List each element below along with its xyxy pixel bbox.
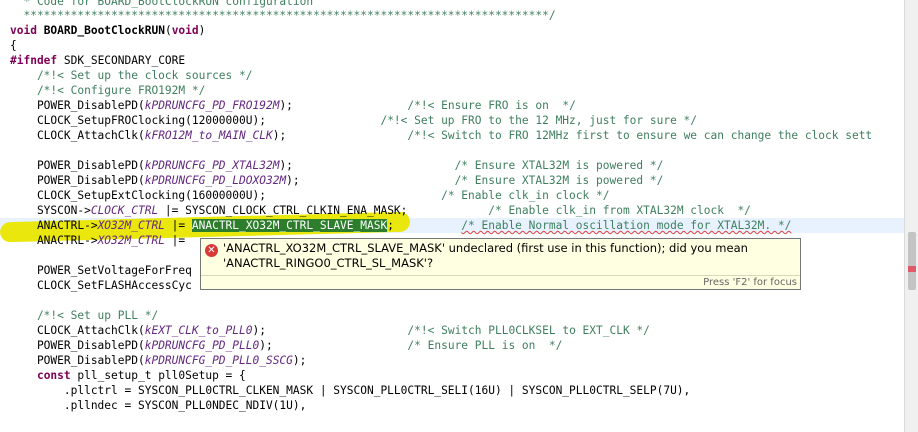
code-token: /* Enable clk_in from XTAL32M clock */ <box>488 204 751 217</box>
code-token: void <box>10 24 44 37</box>
code-token: |= SYSCON_CLOCK_CTRL_CLKIN_ENA_MASK; <box>158 204 489 217</box>
code-token: { <box>10 39 17 52</box>
code-token: POWER_DisablePD( <box>10 174 145 187</box>
code-token: |= <box>164 219 192 232</box>
code-token: CLOCK_CTRL <box>90 204 159 217</box>
code-line[interactable]: { <box>10 38 17 53</box>
code-token: /*!< Ensure FRO is on */ <box>407 99 576 112</box>
code-line[interactable]: CLOCK_AttachClk(kEXT_CLK_to_PLL0); /*!< … <box>10 323 650 338</box>
code-token: kFRO12M_to_MAIN_CLK <box>144 129 273 142</box>
code-token: pll_setup_t pll0Setup = { <box>70 369 246 382</box>
code-token: /*!< Set up PLL */ <box>10 309 159 322</box>
code-line[interactable]: POWER_DisablePD(kPDRUNCFG_PD_LDOXO32M); … <box>10 173 663 188</box>
code-line[interactable]: ANACTRL->XO32M_CTRL |= ANACTRL_XO32M_CTR… <box>10 218 791 233</box>
error-message: 'ANACTRL_XO32M_CTRL_SLAVE_MASK' undeclar… <box>223 241 748 270</box>
code-token: kPDRUNCFG_PD_XTAL32M <box>144 159 280 172</box>
code-token: POWER_SetVoltageForFreq <box>10 264 192 277</box>
tooltip-divider <box>201 275 800 276</box>
code-token: CLOCK_SetupFROClocking(12000000U); <box>10 114 381 127</box>
code-token: |= <box>164 234 192 247</box>
code-token: CLOCK_SetupExtClocking(16000000U); <box>10 189 442 202</box>
code-token: ( <box>164 24 172 37</box>
code-token: ANACTRL_XO32M_CTRL_SLAVE_MASK <box>191 219 388 232</box>
code-token: ); <box>292 354 307 367</box>
code-token: ); <box>286 174 455 187</box>
code-token: CLOCK_AttachClk( <box>10 324 145 337</box>
code-line[interactable]: /*!< Set up the clock sources */ <box>10 68 253 83</box>
code-token: BOARD_BootClockRUN <box>43 24 165 37</box>
code-line[interactable]: #ifndef SDK_SECONDARY_CORE <box>10 53 185 68</box>
code-token: POWER_DisablePD( <box>10 354 145 367</box>
code-line[interactable]: CLOCK_AttachClk(kFRO12M_to_MAIN_CLK); /*… <box>10 128 872 143</box>
code-line[interactable]: /*!< Set up PLL */ <box>10 308 158 323</box>
code-line[interactable]: SYSCON->CLOCK_CTRL |= SYSCON_CLOCK_CTRL_… <box>10 203 751 218</box>
code-token: ); <box>259 339 408 352</box>
code-token: ); <box>279 159 455 172</box>
code-token: CLOCK_AttachClk( <box>10 129 145 142</box>
code-token: XO32M_CTRL <box>97 234 165 247</box>
code-token: /*!< Switch to FRO 12MHz first to ensure… <box>407 129 873 142</box>
code-token: ); <box>252 324 408 337</box>
code-token: SYSCON-> <box>10 204 91 217</box>
code-line[interactable]: ANACTRL->XO32M_CTRL |= <box>10 233 192 248</box>
code-line[interactable]: void BOARD_BootClockRUN(void) <box>10 23 205 38</box>
code-line[interactable]: CLOCK_SetupFROClocking(12000000U); /*!< … <box>10 113 697 128</box>
code-token: /* Enable clk_in clock */ <box>441 189 610 202</box>
code-token: ); <box>272 129 408 142</box>
code-token: kPDRUNCFG_PD_PLL0_SSCG <box>144 354 293 367</box>
code-line[interactable]: .pllctrl = SYSCON_PLL0CTRL_CLKEN_MASK | … <box>10 383 690 398</box>
code-line[interactable]: POWER_DisablePD(kPDRUNCFG_PD_PLL0_SSCG); <box>10 353 306 368</box>
focus-hint: Press 'F2' for focus <box>703 277 797 288</box>
code-line[interactable]: ****************************************… <box>10 8 556 23</box>
code-token: POWER_DisablePD( <box>10 99 145 112</box>
code-token: kPDRUNCFG_PD_FRO192M <box>144 99 280 112</box>
code-token: void <box>171 24 199 37</box>
scrollbar-thumb[interactable] <box>908 232 916 290</box>
error-hover-tooltip[interactable]: ✕ 'ANACTRL_XO32M_CTRL_SLAVE_MASK' undecl… <box>200 238 801 290</box>
code-token: POWER_DisablePD( <box>10 159 145 172</box>
code-token: .pllctrl = SYSCON_PLL0CTRL_CLKEN_MASK | … <box>10 384 691 397</box>
code-token: CLOCK_SetFLASHAccessCyc <box>10 279 192 292</box>
code-line[interactable]: POWER_DisablePD(kPDRUNCFG_PD_PLL0); /* E… <box>10 338 562 353</box>
vertical-scrollbar[interactable] <box>904 0 918 432</box>
error-overview-marker[interactable] <box>908 266 916 272</box>
code-token: /* Enable Normal oscillation mode for XT… <box>461 219 792 232</box>
code-token: .pllndec = SYSCON_PLL0NDEC_NDIV(1U), <box>10 399 307 412</box>
code-line[interactable]: POWER_DisablePD(kPDRUNCFG_PD_XTAL32M); /… <box>10 158 663 173</box>
code-token: ) <box>198 24 206 37</box>
code-token: /* Ensure PLL is on */ <box>407 339 563 352</box>
code-token: #ifndef <box>10 54 58 67</box>
code-token: ****************************************… <box>10 9 556 22</box>
code-token: kEXT_CLK_to_PLL0 <box>144 324 253 337</box>
code-token: /*!< Switch PLL0CLKSEL to EXT_CLK */ <box>407 324 650 337</box>
code-token: * Code for BOARD_BootClockRUN configurat… <box>10 0 314 8</box>
code-line[interactable]: CLOCK_SetFLASHAccessCyc <box>10 278 192 293</box>
code-token: /* Ensure XTAL32M is powered */ <box>454 174 664 187</box>
error-icon: ✕ <box>205 244 218 257</box>
code-token: const <box>36 369 71 382</box>
code-token: kPDRUNCFG_PD_PLL0 <box>144 339 260 352</box>
code-token: ); <box>279 99 408 112</box>
code-token: ; <box>387 219 462 232</box>
code-token: XO32M_CTRL <box>97 219 165 232</box>
code-token: SDK_SECONDARY_CORE <box>57 54 186 67</box>
code-line[interactable]: const pll_setup_t pll0Setup = { <box>10 368 246 383</box>
code-token: ANACTRL-> <box>10 219 98 232</box>
code-line[interactable]: .pllndec = SYSCON_PLL0NDEC_NDIV(1U), <box>10 398 307 413</box>
code-token: kPDRUNCFG_PD_LDOXO32M <box>144 174 287 187</box>
code-token: /*!< Configure FRO192M */ <box>10 84 206 97</box>
code-token: /* Ensure XTAL32M is powered */ <box>454 159 664 172</box>
code-line[interactable]: /*!< Configure FRO192M */ <box>10 83 205 98</box>
code-line[interactable]: CLOCK_SetupExtClocking(16000000U); /* En… <box>10 188 610 203</box>
code-token: /*!< Set up the clock sources */ <box>10 69 253 82</box>
code-token: ANACTRL-> <box>10 234 98 247</box>
code-token: POWER_DisablePD( <box>10 339 145 352</box>
code-token: /*!< Set up FRO to the 12 MHz, just for … <box>380 114 698 127</box>
code-line[interactable]: POWER_DisablePD(kPDRUNCFG_PD_FRO192M); /… <box>10 98 576 113</box>
code-editor[interactable]: * Code for BOARD_BootClockRUN configurat… <box>0 0 904 432</box>
